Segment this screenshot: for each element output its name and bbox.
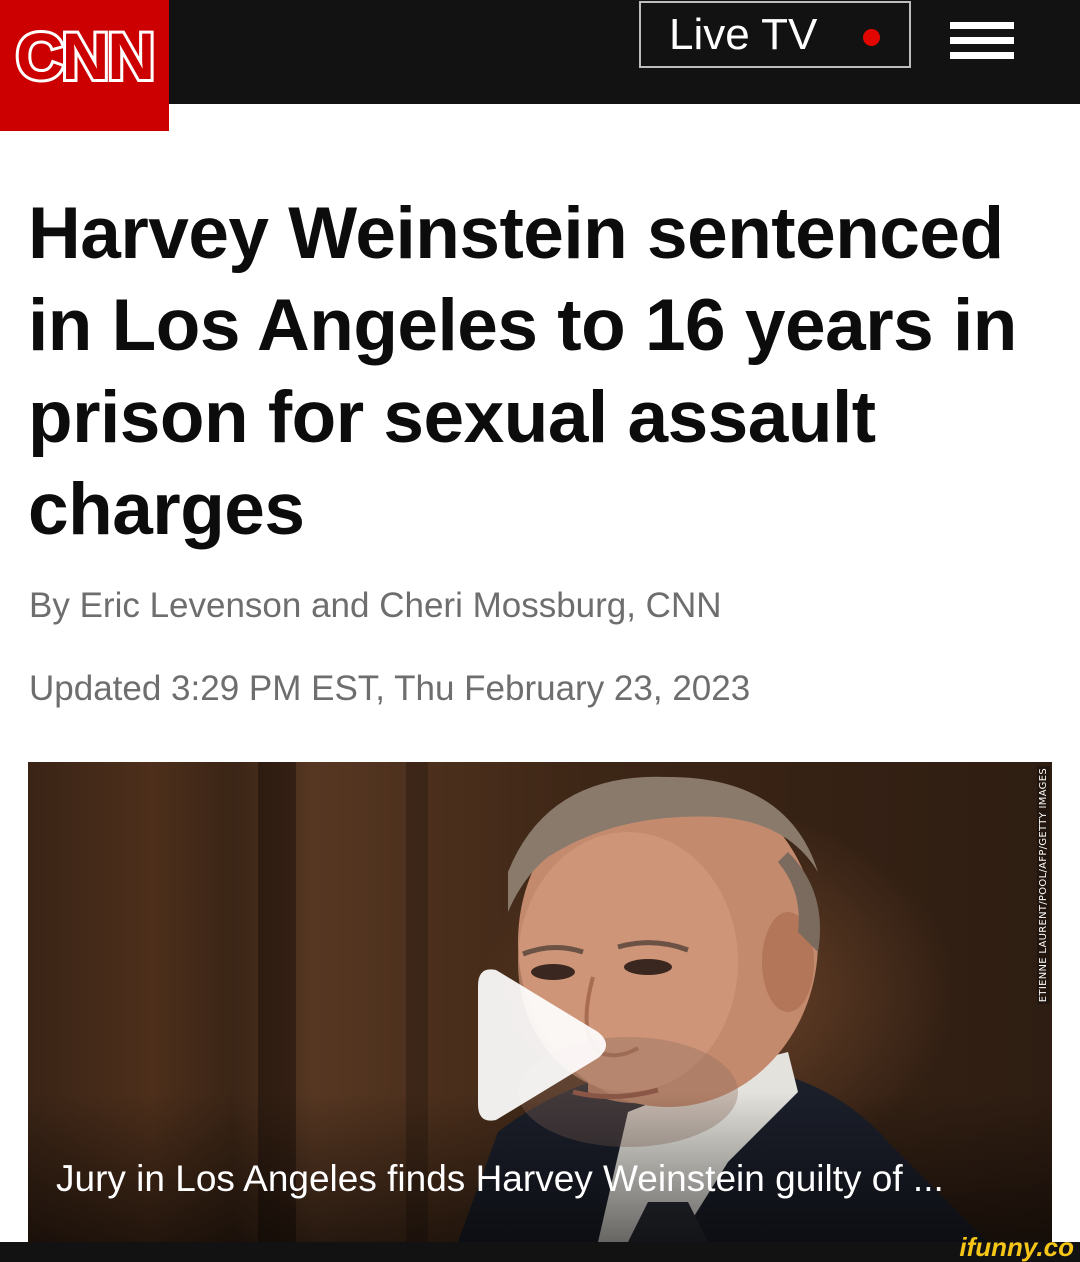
- live-tv-label: Live TV: [669, 10, 818, 59]
- video-caption[interactable]: Jury in Los Angeles finds Harvey Weinste…: [56, 1157, 944, 1201]
- play-icon[interactable]: [478, 966, 608, 1124]
- bottom-bar: [0, 1242, 1080, 1262]
- page: CNN Live TV Harvey Weinstein sentenced i…: [0, 0, 1080, 1262]
- live-tv-button[interactable]: Live TV: [639, 1, 911, 68]
- logo-text: CNN: [13, 18, 158, 93]
- cnn-logo[interactable]: CNN: [0, 0, 169, 131]
- article-byline: By Eric Levenson and Cheri Mossburg, CNN: [29, 586, 722, 625]
- photo-credit: ETIENNE LAURENT/POOL/AFP/GETTY IMAGES: [1037, 766, 1050, 1005]
- menu-line: [950, 37, 1014, 44]
- hamburger-menu-icon[interactable]: [950, 22, 1014, 60]
- article-timestamp: Updated 3:29 PM EST, Thu February 23, 20…: [29, 669, 751, 708]
- ifunny-watermark: ifunny.co: [959, 1232, 1074, 1262]
- article-headline: Harvey Weinstein sentenced in Los Angele…: [28, 193, 1017, 550]
- menu-line: [950, 52, 1014, 59]
- menu-line: [950, 22, 1014, 29]
- live-indicator-dot: [863, 29, 880, 46]
- video-player[interactable]: ETIENNE LAURENT/POOL/AFP/GETTY IMAGES Ju…: [28, 762, 1052, 1242]
